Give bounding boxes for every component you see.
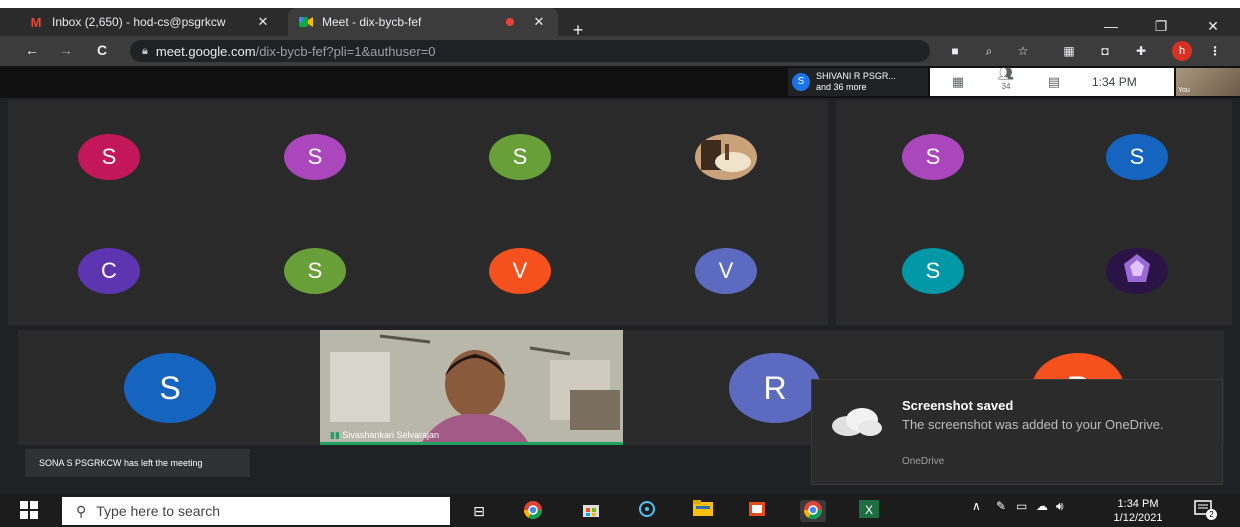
taskbar-clock[interactable]: 1:34 PM 1/12/2021 [1106, 497, 1170, 525]
participant-avatar[interactable]: S [78, 134, 140, 180]
tab-gmail[interactable]: M Inbox (2,650) - hod-cs@psgrkcw ✕ [18, 8, 282, 36]
tab-title: Meet - dix-bycb-fef [322, 15, 422, 29]
participant-avatar[interactable]: S [902, 134, 964, 180]
url-path: /dix-bycb-fef?pli=1&authuser=0 [255, 43, 436, 59]
self-view-thumbnail[interactable]: You [1176, 68, 1240, 96]
meeting-clock: 1:34 PM [1092, 75, 1137, 89]
windows-start-icon[interactable] [20, 501, 38, 524]
excel-icon[interactable]: X [856, 500, 882, 522]
self-view-label: You [1178, 87, 1190, 94]
participant-avatar[interactable]: V [695, 248, 757, 294]
menu-icon[interactable]: ⋮ [1206, 43, 1224, 59]
close-tab-icon[interactable]: ✕ [530, 14, 548, 30]
tray-chevron-icon[interactable]: ∧ [972, 499, 981, 513]
recording-dot-icon [506, 18, 514, 26]
camera-icon[interactable]: ■ [946, 43, 964, 59]
taskbar-search[interactable]: ⚲ Type here to search [62, 497, 450, 525]
back-button[interactable]: ← [22, 42, 42, 58]
participant-avatar[interactable]: C [78, 248, 140, 294]
taskbar-date: 1/12/2021 [1113, 512, 1163, 524]
svg-text:X: X [865, 503, 873, 517]
bookmark-star-icon[interactable]: ☆ [1014, 43, 1032, 59]
presenter-chip[interactable]: S SHIVANI R PSGR... and 36 more [788, 68, 928, 96]
participant-video-tile[interactable]: ▮▮ Sivashankari Selvarajan [320, 330, 623, 445]
address-bar-row: ← → C 🔒︎ meet.google.com/dix-bycb-fef?pl… [0, 36, 1240, 66]
url-host: meet.google.com [155, 43, 256, 59]
presenter-others: and 36 more [816, 82, 867, 92]
maximize-button[interactable]: ❐ [1146, 18, 1176, 35]
notification-badge: 2 [1206, 509, 1217, 520]
snipping-tool-icon[interactable] [744, 500, 770, 522]
close-tab-icon[interactable]: ✕ [254, 14, 272, 30]
search-icon: ⚲ [76, 502, 87, 519]
participant-count: 34 [1001, 82, 1011, 92]
close-window-button[interactable]: ✕ [1198, 18, 1228, 35]
action-center-icon[interactable]: 2 [1194, 500, 1218, 522]
minimize-button[interactable]: — [1096, 18, 1126, 34]
left-meeting-notice: SONA S PSGRKCW has left the meeting [25, 449, 250, 477]
extension-icon[interactable]: ▦ [1060, 43, 1078, 59]
file-explorer-icon[interactable] [690, 500, 716, 522]
pen-icon[interactable]: ✎ [996, 499, 1006, 513]
chat-icon[interactable]: ▤ [1044, 74, 1064, 90]
toast-title: Screenshot saved [902, 398, 1014, 413]
task-view-icon[interactable]: ⊟ [466, 500, 492, 522]
participant-avatar[interactable]: R [729, 353, 821, 423]
volume-icon[interactable]: 🔊︎ [1056, 499, 1064, 514]
profile-avatar[interactable]: h [1172, 41, 1192, 61]
toast-message: The screenshot was added to your OneDriv… [902, 417, 1164, 432]
participant-avatar[interactable]: S [489, 134, 551, 180]
participant-avatar[interactable]: S [1106, 134, 1168, 180]
lock-icon: 🔒︎ [142, 44, 148, 57]
active-speaker-bar [320, 442, 623, 445]
grid-panel-right [836, 100, 1232, 325]
participant-avatar[interactable]: S [284, 134, 346, 180]
participant-avatar[interactable]: S [902, 248, 964, 294]
cortana-icon[interactable] [634, 500, 660, 522]
forward-button[interactable]: → [56, 42, 76, 58]
taskbar-search-placeholder: Type here to search [96, 503, 221, 519]
video-tile-name-text: Sivashankari Selvarajan [342, 430, 439, 440]
participant-avatar[interactable]: S [124, 353, 216, 423]
meet-icon [298, 14, 314, 30]
people-icon[interactable]: 👥︎34 [996, 66, 1016, 97]
battery-icon[interactable]: ▭ [1016, 499, 1027, 513]
video-tile-name: ▮▮ Sivashankari Selvarajan [330, 430, 439, 441]
taskbar-time: 1:34 PM [1117, 498, 1159, 510]
notification-toast[interactable]: Screenshot saved The screenshot was adde… [812, 380, 1222, 484]
toast-source: OneDrive [902, 456, 945, 467]
extensions-puzzle-icon[interactable]: ✚ [1132, 43, 1150, 59]
top-edge [0, 0, 1240, 8]
participant-photo-avatar[interactable] [695, 134, 757, 180]
presenter-name: SHIVANI R PSGR... [816, 71, 896, 81]
onedrive-tray-icon[interactable]: ☁ [1036, 499, 1048, 513]
reload-button[interactable]: C [92, 42, 112, 58]
grid-panel-left [8, 100, 828, 325]
participant-photo-avatar[interactable] [1106, 248, 1168, 294]
tab-title: Inbox (2,650) - hod-cs@psgrkcw [52, 15, 226, 29]
store-icon[interactable] [578, 500, 604, 522]
browser-tab-bar: M Inbox (2,650) - hod-cs@psgrkcw ✕ Meet … [0, 8, 1240, 40]
presenter-avatar: S [792, 73, 810, 91]
screencast-icon[interactable]: ◘ [1096, 43, 1114, 59]
participant-avatar[interactable]: V [489, 248, 551, 294]
chrome-active-icon[interactable] [800, 500, 826, 522]
chrome-icon[interactable] [520, 500, 546, 522]
gmail-icon: M [30, 14, 42, 30]
tab-meet[interactable]: Meet - dix-bycb-fef ✕ [288, 8, 558, 36]
audio-level-icon: ▮▮ [330, 430, 340, 440]
meet-toolbar: ▦ 👥︎34 ▤ 1:34 PM [930, 66, 1174, 97]
participant-avatar[interactable]: S [284, 248, 346, 294]
address-bar[interactable]: 🔒︎ meet.google.com/dix-bycb-fef?pli=1&au… [130, 40, 930, 62]
onedrive-cloud-icon [828, 406, 884, 441]
grid-layout-icon[interactable]: ▦ [948, 74, 968, 90]
zoom-icon[interactable]: ⌕ [980, 43, 998, 59]
